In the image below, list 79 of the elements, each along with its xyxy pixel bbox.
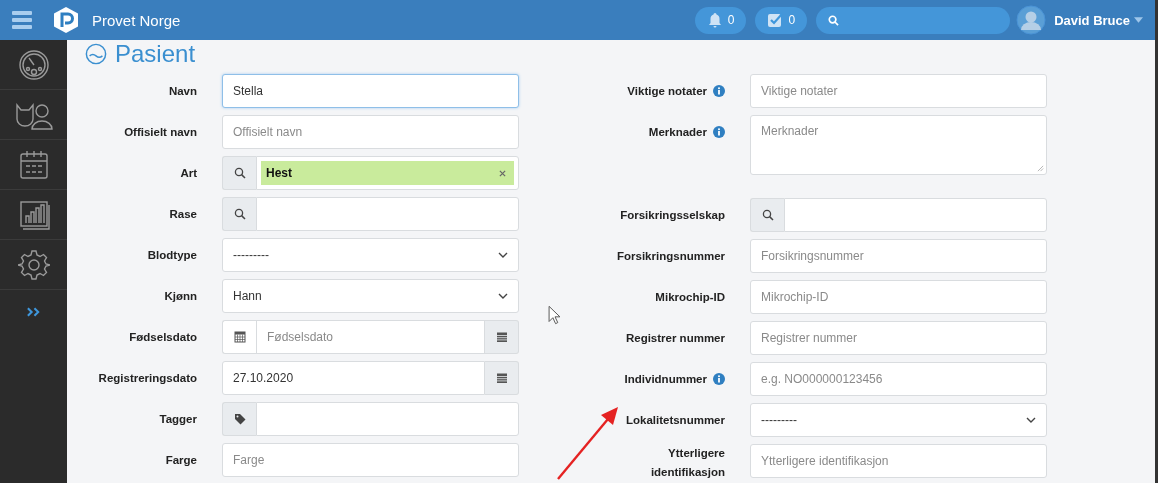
field-label: Lokalitetsnummer — [625, 412, 725, 428]
text-field[interactable]: Ytterligere identifikasjon — [750, 444, 1047, 478]
text-field[interactable]: Viktige notater — [750, 74, 1047, 108]
select-field[interactable]: Hann — [222, 279, 519, 313]
date-field[interactable]: Fødselsdato — [256, 320, 485, 354]
notifications-button[interactable]: 0 — [694, 6, 747, 34]
mouse-cursor-icon — [548, 305, 561, 325]
text-field[interactable]: Forsikringsnummer — [750, 239, 1047, 273]
text-field[interactable]: Farge — [222, 443, 519, 477]
calendar-icon — [495, 331, 508, 343]
dashboard-icon[interactable] — [17, 48, 50, 81]
tags-field[interactable] — [256, 402, 519, 436]
page-title: Pasient — [115, 40, 196, 68]
chevron-down-icon — [1026, 417, 1036, 423]
search-icon — [828, 14, 840, 26]
chart-icon[interactable] — [17, 198, 50, 231]
field-label: Art — [180, 165, 197, 181]
field-label: Ytterligere identifikasjon — [649, 446, 725, 480]
tasks-button[interactable]: 0 — [755, 6, 808, 34]
search-icon — [233, 208, 246, 220]
field-label: Farge — [165, 452, 197, 468]
menu-icon[interactable] — [12, 11, 32, 29]
field-label: Viktige notater — [627, 83, 707, 99]
user-name[interactable]: David Bruce — [1054, 12, 1130, 28]
search-addon[interactable] — [222, 197, 256, 231]
field-label: Mikrochip-ID — [655, 289, 725, 305]
search-addon[interactable] — [750, 198, 784, 232]
field-label: Fødselsdato — [129, 329, 197, 345]
field-label: Blodtype — [147, 247, 197, 263]
field-label: Rase — [169, 206, 197, 222]
field-label: Registrer nummer — [625, 330, 725, 346]
search-icon — [761, 209, 774, 221]
field-label: Registreringsdato — [98, 370, 197, 386]
search-addon[interactable] — [222, 156, 256, 190]
select-field[interactable]: --------- — [222, 238, 519, 272]
field-label: Forsikringsnummer — [617, 248, 725, 264]
calendar-addon[interactable] — [222, 320, 256, 354]
text-field[interactable]: e.g. NO000000123456 — [750, 362, 1047, 396]
field-label: Individnummer — [624, 371, 707, 387]
search-icon — [233, 167, 246, 179]
calendar-grid-icon — [233, 331, 246, 343]
caret-icon[interactable] — [1134, 17, 1143, 23]
resize-grip-icon[interactable] — [1037, 165, 1044, 172]
remove-icon[interactable] — [499, 169, 506, 177]
search-field[interactable] — [816, 6, 1011, 34]
settings-icon[interactable] — [17, 248, 50, 281]
field-label: Navn — [168, 83, 197, 99]
bell-icon — [706, 12, 723, 28]
logo-icon[interactable] — [52, 6, 80, 34]
field-label: Forsikringsselskap — [620, 207, 725, 223]
tag-icon — [233, 413, 246, 425]
patient-icon — [85, 43, 107, 65]
calendar-button[interactable] — [485, 320, 519, 354]
calendar-icon[interactable] — [17, 148, 50, 181]
text-field[interactable]: Mikrochip-ID — [750, 280, 1047, 314]
text-area[interactable]: Merknader — [750, 115, 1047, 175]
text-field[interactable]: Offisielt navn — [222, 115, 519, 149]
search-field[interactable] — [256, 197, 519, 231]
info-icon[interactable] — [713, 373, 725, 385]
date-field[interactable]: 27.10.2020 — [222, 361, 485, 395]
field-label: Offisielt navn — [124, 124, 197, 140]
search-field[interactable] — [784, 198, 1047, 232]
info-icon[interactable] — [713, 85, 725, 97]
field-label: Merknader — [648, 124, 707, 140]
tag-addon[interactable] — [222, 402, 256, 436]
select-field[interactable]: --------- — [750, 403, 1047, 437]
expand-icon[interactable] — [26, 307, 41, 317]
chevron-down-icon — [498, 252, 508, 258]
text-field[interactable]: Registrer nummer — [750, 321, 1047, 355]
chevron-down-icon — [498, 293, 508, 299]
checkbox-icon — [767, 12, 784, 28]
calendar-icon — [495, 372, 508, 384]
info-icon[interactable] — [713, 126, 725, 138]
calendar-button[interactable] — [485, 361, 519, 395]
text-field[interactable]: Stella — [222, 74, 519, 108]
field-label: Tagger — [159, 411, 197, 427]
avatar-icon[interactable] — [1016, 5, 1047, 35]
field-label: Kjønn — [164, 288, 197, 304]
app-name: Provet Norge — [92, 11, 181, 29]
